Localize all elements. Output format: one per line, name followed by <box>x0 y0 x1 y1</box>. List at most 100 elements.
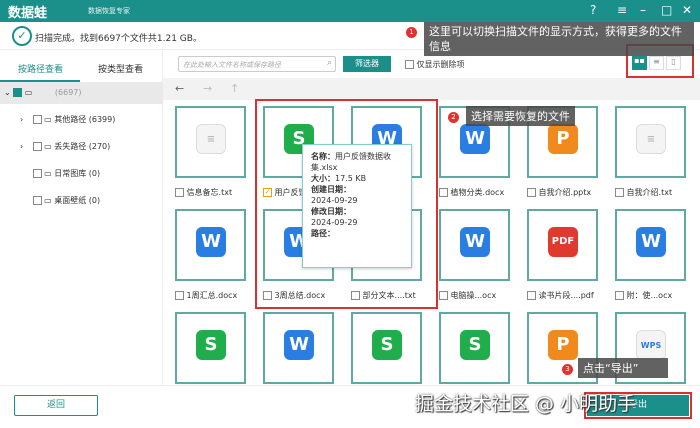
file-checkbox[interactable] <box>615 188 624 197</box>
list-view-icon[interactable]: ≡ <box>649 56 664 70</box>
file-checkbox[interactable] <box>527 188 536 197</box>
chevron-right-icon: › <box>20 142 24 151</box>
file-name: 附：使...ocx <box>626 291 673 300</box>
file-tile[interactable]: PDF <box>527 209 598 281</box>
item-checkbox[interactable] <box>32 142 42 151</box>
check-icon: ✓ <box>12 26 32 46</box>
file-checkbox[interactable] <box>439 291 448 300</box>
item-checkbox[interactable] <box>32 169 42 178</box>
folder-icon: ▭ <box>44 115 52 124</box>
scan-status: 扫描完成。找到6697个文件共1.21 GB。 <box>35 34 202 44</box>
file-label[interactable]: 读书片段....pdf <box>527 290 594 301</box>
file-name: 植物分类.docx <box>450 188 505 197</box>
file-tile[interactable]: S <box>351 312 422 384</box>
file-tile[interactable]: ≡ <box>175 106 246 178</box>
file-checkbox[interactable] <box>615 291 624 300</box>
callout-1: 这里可以切换扫描文件的显示方式，获得更多的文件信息 <box>424 22 694 56</box>
up-arrow-icon[interactable]: ↑ <box>230 82 239 95</box>
callout-2: 选择需要恢复的文件 <box>466 106 575 126</box>
pdf-file-icon: PDF <box>548 227 578 257</box>
callout-number-1: 1 <box>406 27 417 38</box>
nav-bar: ← → ↑ <box>163 78 700 100</box>
file-label[interactable]: 附：使...ocx <box>615 290 672 301</box>
file-label[interactable]: 植物分类.docx <box>439 187 504 198</box>
item-checkbox[interactable] <box>32 196 42 205</box>
title-bar: 数据蛙 数据恢复专家 ? ≡ – □ ✕ <box>0 0 700 22</box>
callout-number-2: 2 <box>448 112 459 123</box>
item-checkbox[interactable] <box>32 115 42 124</box>
file-label[interactable]: 自我介绍.pptx <box>527 187 591 198</box>
search-icon: ⌕ <box>326 58 332 68</box>
maximize-icon[interactable]: □ <box>661 3 672 17</box>
close-icon[interactable]: ✕ <box>682 3 692 17</box>
file-tile[interactable]: W <box>439 209 510 281</box>
file-label[interactable]: 自我介绍.txt <box>615 187 672 198</box>
filter-button[interactable]: 筛选器 <box>343 56 391 72</box>
w-file-icon: W <box>460 227 490 257</box>
folder-icon: ▭ <box>44 196 52 205</box>
sidebar-item[interactable]: › ▭ 丢失路径 (270) <box>0 136 163 158</box>
app-logo: 数据蛙 <box>8 6 48 21</box>
file-name: 读书片段....pdf <box>538 291 594 300</box>
menu-icon[interactable]: ≡ <box>617 3 627 17</box>
sidebar-item-label: 其他路径 (6399) <box>54 115 116 124</box>
file-tile[interactable]: W <box>175 209 246 281</box>
w-file-icon: W <box>196 227 226 257</box>
file-label[interactable]: 1周汇总.docx <box>175 290 237 301</box>
file-name: 信息备忘.txt <box>186 188 233 197</box>
file-checkbox[interactable] <box>439 188 448 197</box>
file-checkbox[interactable] <box>175 291 184 300</box>
folder-icon: ▭ <box>44 169 52 178</box>
file-name: 电脑操...ocx <box>450 291 497 300</box>
detail-view-icon[interactable]: ▯ <box>666 56 681 70</box>
chevron-right-icon: › <box>20 115 24 124</box>
chevron-down-icon: ⌄ <box>4 88 11 97</box>
forward-arrow-icon[interactable]: → <box>203 82 212 95</box>
callout-3: 点击“导出” <box>578 358 668 378</box>
p-file-icon: P <box>548 330 578 360</box>
grid-view-icon[interactable]: ▪▪ <box>632 56 647 70</box>
minimize-icon[interactable]: – <box>640 3 646 17</box>
file-tile[interactable]: S <box>439 312 510 384</box>
file-label[interactable]: 电脑操...ocx <box>439 290 496 301</box>
search-input[interactable]: 在此处输入文件名称或保存路径 ⌕ <box>178 56 336 72</box>
back-button[interactable]: 返回 <box>14 395 98 416</box>
root-count: (6697) <box>54 88 82 97</box>
file-label[interactable]: 信息备忘.txt <box>175 187 232 198</box>
wps-file-icon: WPS <box>636 330 666 360</box>
sidebar-item-label: 桌面壁纸 (0) <box>54 196 101 205</box>
p-file-icon: P <box>548 124 578 154</box>
tab-by-path[interactable]: 按路径查看 <box>18 62 63 75</box>
help-icon[interactable]: ? <box>590 3 596 17</box>
folder-icon: ▭ <box>44 142 52 151</box>
w-file-icon: W <box>460 124 490 154</box>
file-tile[interactable]: S <box>175 312 246 384</box>
tab-by-type[interactable]: 按类型查看 <box>98 62 143 75</box>
back-arrow-icon[interactable]: ← <box>175 82 184 95</box>
file-name: 1周汇总.docx <box>186 291 238 300</box>
sidebar-item[interactable]: ▭ 日常图库 (0) <box>0 163 163 185</box>
only-deleted-checkbox[interactable]: 仅显示删除项 <box>405 59 465 70</box>
file-tile[interactable]: ≡ <box>615 106 686 178</box>
sidebar-item-label: 日常图库 (0) <box>54 169 101 178</box>
s-file-icon: S <box>372 330 402 360</box>
root-checkbox[interactable] <box>13 88 23 97</box>
txt-file-icon: ≡ <box>636 124 666 154</box>
tree-root[interactable]: ⌄ ▭ (6697) <box>0 82 163 104</box>
drive-icon: ▭ <box>24 88 33 97</box>
search-placeholder: 在此处输入文件名称或保存路径 <box>183 61 281 69</box>
file-tile[interactable]: W <box>615 209 686 281</box>
sidebar-item[interactable]: › ▭ 其他路径 (6399) <box>0 109 163 131</box>
callout-number-3: 3 <box>562 364 573 375</box>
file-name: 自我介绍.pptx <box>538 188 592 197</box>
file-checkbox[interactable] <box>527 291 536 300</box>
w-file-icon: W <box>284 330 314 360</box>
sidebar-item[interactable]: ▭ 桌面壁纸 (0) <box>0 190 163 212</box>
file-name: 自我介绍.txt <box>626 188 673 197</box>
file-tooltip: 名称：用户反馈数据收集.xlsx 大小：17.5 KB 创建日期： 2024-09… <box>302 144 412 268</box>
file-checkbox[interactable] <box>175 188 184 197</box>
app-subtitle: 数据恢复专家 <box>88 7 130 15</box>
watermark: 掘金技术社区 @ 小明助手 <box>415 393 637 415</box>
s-file-icon: S <box>196 330 226 360</box>
file-tile[interactable]: W <box>263 312 334 384</box>
